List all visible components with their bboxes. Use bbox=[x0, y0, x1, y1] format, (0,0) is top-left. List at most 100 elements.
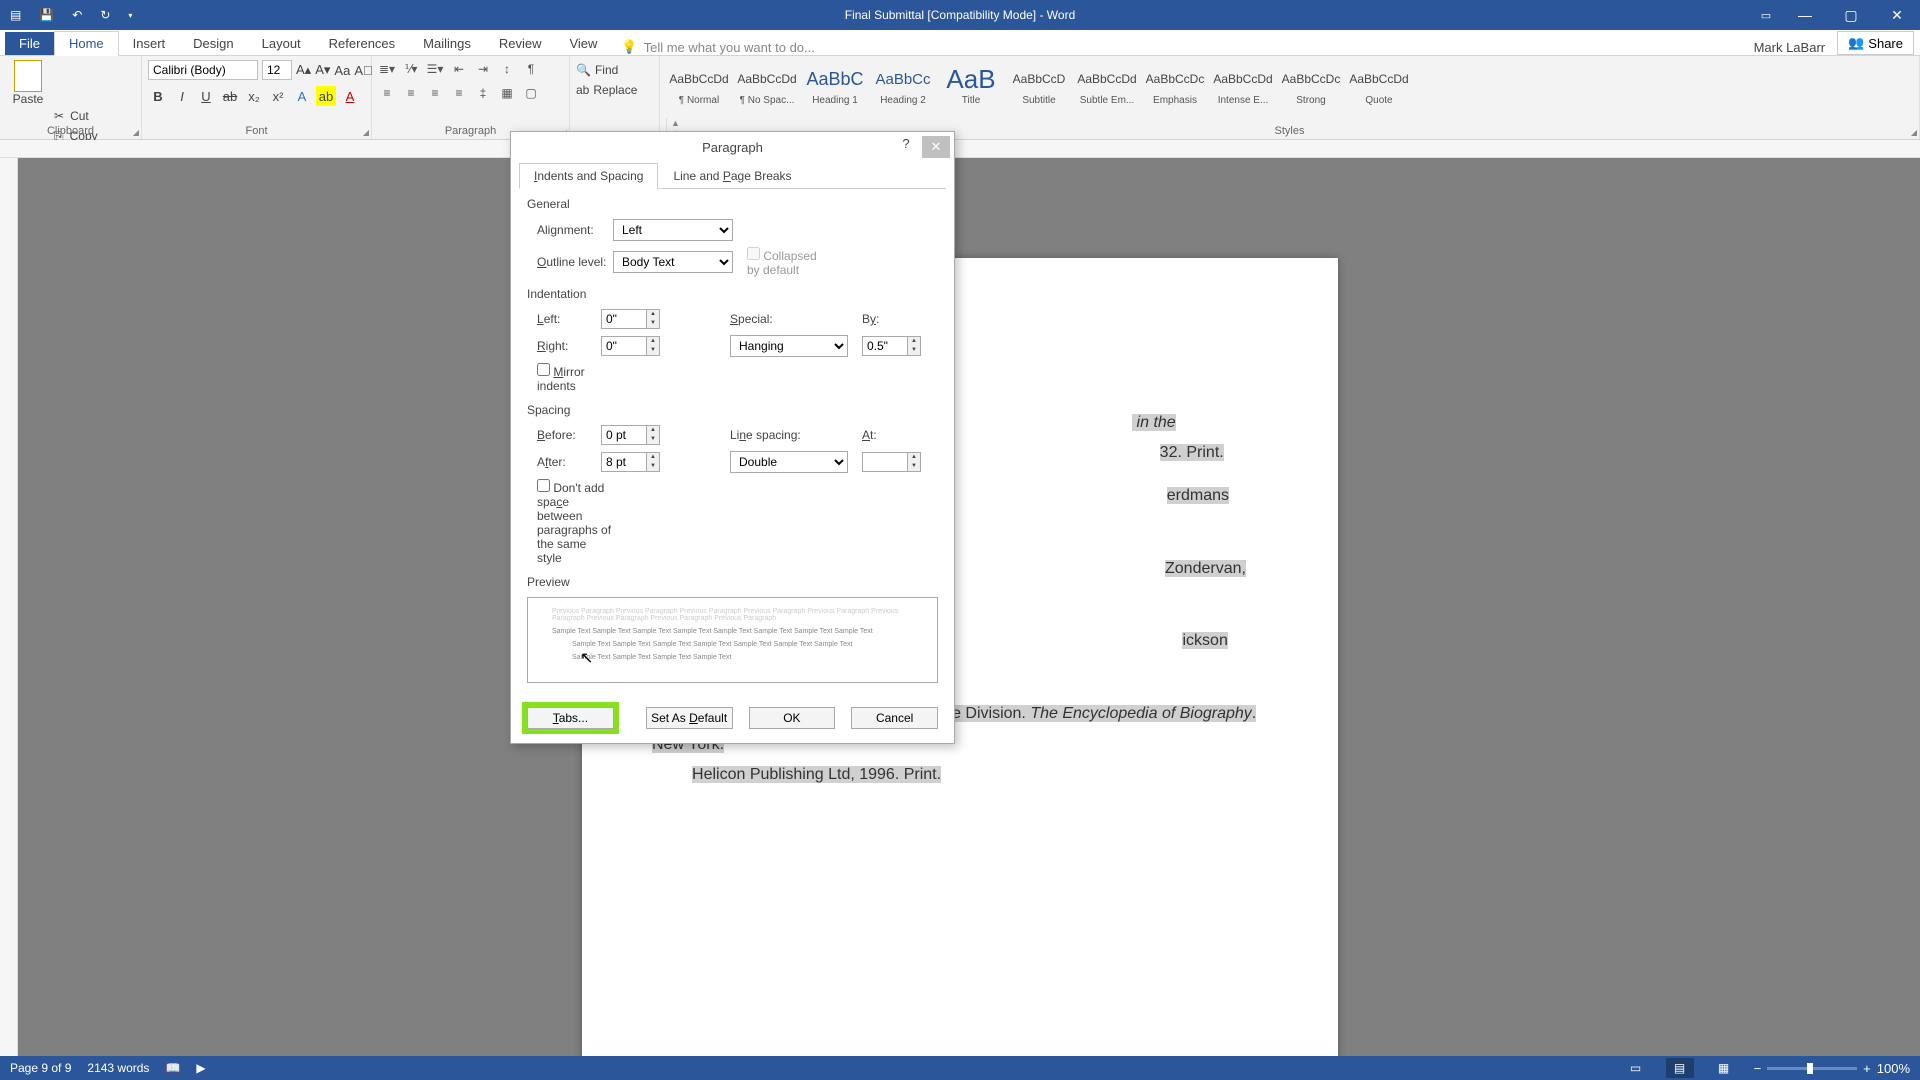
indent-right-spinner[interactable]: ▲▼ bbox=[601, 336, 660, 356]
mirror-indents-checkbox[interactable]: Mirror indentsMirror indents bbox=[537, 363, 613, 393]
superscript-icon[interactable]: x² bbox=[268, 86, 288, 106]
highlight-icon[interactable]: ab bbox=[316, 86, 336, 106]
tab-line-page-breaks[interactable]: Line and Page BreaksLine and Page Breaks bbox=[658, 163, 806, 189]
zoom-in-button[interactable]: + bbox=[1863, 1061, 1871, 1076]
up-icon[interactable]: ▲ bbox=[647, 426, 659, 435]
redo-icon[interactable]: ↻ bbox=[100, 8, 110, 22]
style-title[interactable]: AaBTitle bbox=[938, 58, 1004, 116]
maximize-button[interactable]: ▢ bbox=[1828, 0, 1874, 30]
indent-by-spinner[interactable]: ▲▼ bbox=[862, 336, 921, 356]
print-layout-icon[interactable]: ▤ bbox=[1666, 1058, 1694, 1078]
style-emphasis[interactable]: AaBbCcDcEmphasis bbox=[1142, 58, 1208, 116]
spacing-after-spinner[interactable]: ▲▼ bbox=[601, 452, 660, 472]
close-button[interactable]: ✕ bbox=[1874, 0, 1920, 30]
font-color-icon[interactable]: A bbox=[340, 86, 360, 106]
style--normal[interactable]: AaBbCcDd¶ Normal bbox=[666, 58, 732, 116]
spellcheck-icon[interactable]: 📖 bbox=[165, 1061, 180, 1075]
macro-icon[interactable]: ▶ bbox=[196, 1061, 205, 1075]
tab-design[interactable]: Design bbox=[179, 32, 247, 55]
dialog-help-button[interactable]: ? bbox=[894, 136, 918, 158]
down-icon[interactable]: ▼ bbox=[647, 462, 659, 471]
down-icon[interactable]: ▼ bbox=[647, 346, 659, 355]
web-layout-icon[interactable]: ▦ bbox=[1710, 1058, 1738, 1078]
minimize-button[interactable]: — bbox=[1782, 0, 1828, 30]
tab-references[interactable]: References bbox=[315, 32, 409, 55]
word-count[interactable]: 2143 words bbox=[87, 1061, 149, 1075]
set-as-default-button[interactable]: Set As DefaultSet As Default bbox=[646, 707, 733, 729]
undo-icon[interactable]: ↶ bbox=[72, 8, 82, 22]
style--no-spac-[interactable]: AaBbCcDd¶ No Spac... bbox=[734, 58, 800, 116]
read-mode-icon[interactable]: ▭ bbox=[1622, 1058, 1650, 1078]
down-icon[interactable]: ▼ bbox=[908, 462, 920, 471]
tab-insert[interactable]: Insert bbox=[119, 32, 180, 55]
style-heading-2[interactable]: AaBbCcHeading 2 bbox=[870, 58, 936, 116]
bold-icon[interactable]: B bbox=[148, 86, 168, 106]
tabs-button[interactable]: Tabs...Tabs... bbox=[527, 707, 614, 729]
pilcrow-icon[interactable]: ¶ bbox=[522, 60, 540, 78]
inc-indent-icon[interactable]: ⇥ bbox=[474, 60, 492, 78]
up-icon[interactable]: ▲ bbox=[908, 337, 920, 346]
down-icon[interactable]: ▼ bbox=[647, 319, 659, 328]
dialog-close-button[interactable]: ✕ bbox=[922, 136, 950, 158]
bullets-icon[interactable]: ≣▾ bbox=[378, 60, 396, 78]
spacing-before-spinner[interactable]: ▲▼ bbox=[601, 425, 660, 445]
ruler-horizontal[interactable] bbox=[0, 140, 1920, 158]
align-left-icon[interactable]: ≡ bbox=[378, 84, 396, 102]
ok-button[interactable]: OK bbox=[749, 707, 836, 729]
dec-indent-icon[interactable]: ⇤ bbox=[450, 60, 468, 78]
up-icon[interactable]: ▲ bbox=[647, 310, 659, 319]
cancel-button[interactable]: Cancel bbox=[851, 707, 938, 729]
dont-add-space-checkbox[interactable]: Don't add space between paragraphs of th… bbox=[537, 479, 613, 565]
tab-home[interactable]: Home bbox=[54, 31, 119, 56]
align-right-icon[interactable]: ≡ bbox=[426, 84, 444, 102]
zoom-out-button[interactable]: − bbox=[1754, 1061, 1762, 1076]
save-icon[interactable]: 💾 bbox=[39, 8, 54, 22]
strike-icon[interactable]: ab bbox=[220, 86, 240, 106]
replace-button[interactable]: abReplace bbox=[576, 80, 653, 100]
spacing-at-spinner[interactable]: ▲▼ bbox=[862, 452, 921, 472]
find-button[interactable]: 🔍Find bbox=[576, 60, 653, 80]
justify-icon[interactable]: ≡ bbox=[450, 84, 468, 102]
style-heading-1[interactable]: AaBbCHeading 1 bbox=[802, 58, 868, 116]
italic-icon[interactable]: I bbox=[172, 86, 192, 106]
borders-icon[interactable]: ▢ bbox=[522, 84, 540, 102]
alignment-select[interactable]: Left bbox=[613, 219, 733, 241]
numbering-icon[interactable]: ⅟▾ bbox=[402, 60, 420, 78]
zoom-slider[interactable] bbox=[1767, 1067, 1857, 1070]
text-effects-icon[interactable]: A bbox=[292, 86, 312, 106]
dialog-titlebar[interactable]: Paragraph ? ✕ bbox=[511, 132, 954, 162]
up-icon[interactable]: ▲ bbox=[908, 453, 920, 462]
underline-icon[interactable]: U bbox=[196, 86, 216, 106]
style-strong[interactable]: AaBbCcDcStrong bbox=[1278, 58, 1344, 116]
indent-special-select[interactable]: Hanging bbox=[730, 335, 848, 357]
multilevel-icon[interactable]: ☰▾ bbox=[426, 60, 444, 78]
style-subtle-em-[interactable]: AaBbCcDdSubtle Em... bbox=[1074, 58, 1140, 116]
tab-mailings[interactable]: Mailings bbox=[409, 32, 485, 55]
style-quote[interactable]: AaBbCcDdQuote bbox=[1346, 58, 1412, 116]
file-tab[interactable]: File bbox=[5, 32, 54, 55]
qat-dropdown-icon[interactable]: ▾ bbox=[128, 11, 132, 20]
change-case-icon[interactable]: Aa bbox=[334, 60, 350, 80]
share-button[interactable]: 👥 Share bbox=[1837, 31, 1914, 55]
collapsed-checkbox[interactable]: Collapsed by default bbox=[747, 247, 823, 277]
down-icon[interactable]: ▼ bbox=[908, 346, 920, 355]
grow-font-icon[interactable]: A▴ bbox=[296, 60, 311, 80]
tab-review[interactable]: Review bbox=[485, 32, 556, 55]
align-center-icon[interactable]: ≡ bbox=[402, 84, 420, 102]
ruler-vertical[interactable] bbox=[0, 158, 18, 1056]
indent-left-spinner[interactable]: ▲▼ bbox=[601, 309, 660, 329]
outline-level-select[interactable]: Body Text bbox=[613, 251, 733, 273]
tab-view[interactable]: View bbox=[555, 32, 611, 55]
user-name[interactable]: Mark LaBarr bbox=[1754, 40, 1838, 55]
shrink-font-icon[interactable]: A▾ bbox=[315, 60, 330, 80]
cut-button[interactable]: ✂Cut bbox=[54, 106, 135, 126]
up-icon[interactable]: ▲ bbox=[647, 337, 659, 346]
page-status[interactable]: Page 9 of 9 bbox=[10, 1061, 71, 1075]
styles-launcher-icon[interactable]: ◢ bbox=[1911, 128, 1917, 137]
style-intense-e-[interactable]: AaBbCcDdIntense E... bbox=[1210, 58, 1276, 116]
up-icon[interactable]: ▲ bbox=[647, 453, 659, 462]
subscript-icon[interactable]: x₂ bbox=[244, 86, 264, 106]
paste-button[interactable]: Paste bbox=[6, 58, 50, 106]
tab-indents-spacing[interactable]: IIndents and Spacingndents and Spacing bbox=[519, 163, 658, 189]
shading-icon[interactable]: ▦ bbox=[498, 84, 516, 102]
